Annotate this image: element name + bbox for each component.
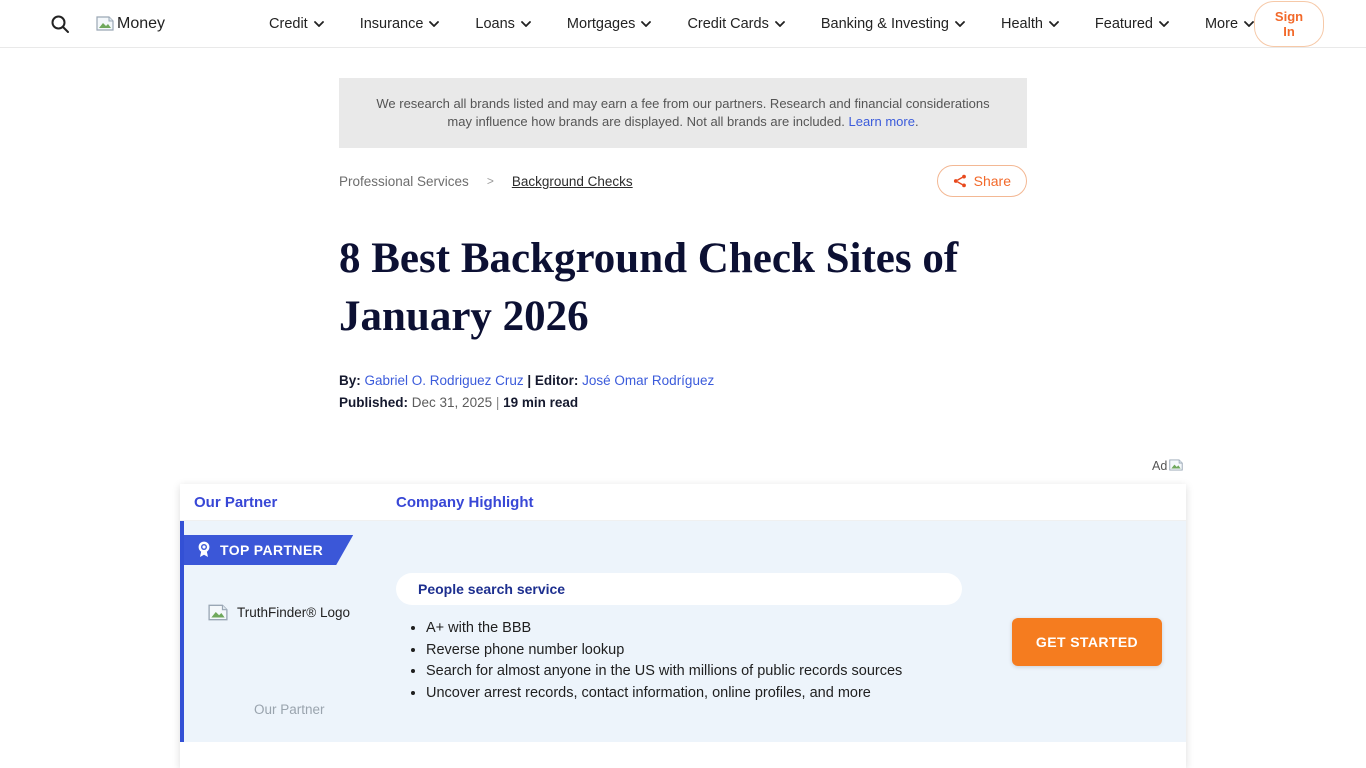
card-header-row: Our Partner Company Highlight <box>180 484 1186 521</box>
chevron-down-icon <box>429 21 439 27</box>
nav-item-label: More <box>1205 16 1238 32</box>
nav-item-label: Loans <box>475 16 515 32</box>
ad-label: Ad <box>1152 459 1183 473</box>
chevron-down-icon <box>775 21 785 27</box>
editor-label: | Editor: <box>527 373 578 388</box>
our-partner-caption: Our Partner <box>254 702 325 717</box>
partner-comparison-card: Our Partner Company Highlight TOP PARTNE… <box>180 484 1186 768</box>
by-label: By: <box>339 373 361 388</box>
chevron-down-icon <box>1159 21 1169 27</box>
highlight-bullet: A+ with the BBB <box>426 621 966 636</box>
editor-link[interactable]: José Omar Rodríguez <box>582 373 714 388</box>
nav-item-label: Featured <box>1095 16 1153 32</box>
get-started-button[interactable]: GET STARTED <box>1012 618 1162 666</box>
chevron-down-icon <box>1244 21 1254 27</box>
chevron-down-icon <box>955 21 965 27</box>
next-partner-row-partial <box>180 742 1186 768</box>
nav-item-label: Banking & Investing <box>821 16 949 32</box>
broken-image-icon <box>208 604 228 621</box>
byline: By: Gabriel O. Rodriguez Cruz | Editor: … <box>339 373 714 388</box>
highlight-bullet: Uncover arrest records, contact informat… <box>426 686 966 701</box>
share-button[interactable]: Share <box>937 165 1027 197</box>
logo-text: Money <box>117 15 165 33</box>
partner-logo[interactable]: TruthFinder® Logo <box>208 604 350 621</box>
nav-item-mortgages[interactable]: Mortgages <box>567 16 652 32</box>
sign-in-button[interactable]: Sign In <box>1254 1 1324 47</box>
published-date: Dec 31, 2025 <box>412 395 492 410</box>
breadcrumb-current[interactable]: Background Checks <box>512 174 633 189</box>
nav-item-banking-investing[interactable]: Banking & Investing <box>821 16 965 32</box>
disclosure-suffix: . <box>915 114 919 129</box>
top-partner-label: TOP PARTNER <box>220 542 323 558</box>
broken-image-icon <box>1169 459 1183 471</box>
nav-item-insurance[interactable]: Insurance <box>360 16 440 32</box>
published-label: Published: <box>339 395 408 410</box>
primary-nav: Credit Insurance Loans Mortgages Credit … <box>269 16 1254 32</box>
service-category-tag: People search service <box>396 573 962 605</box>
company-highlight-cell: People search service A+ with the BBB Re… <box>396 573 966 707</box>
publish-line: Published: Dec 31, 2025 | 19 min read <box>339 395 578 410</box>
advertiser-disclosure: We research all brands listed and may ea… <box>339 78 1027 148</box>
breadcrumb-row: Professional Services > Background Check… <box>339 163 1027 199</box>
nav-item-label: Credit <box>269 16 308 32</box>
nav-item-label: Health <box>1001 16 1043 32</box>
top-partner-badge: TOP PARTNER <box>184 535 353 565</box>
chevron-down-icon <box>1049 21 1059 27</box>
award-ribbon-icon <box>197 541 211 559</box>
chevron-down-icon <box>641 21 651 27</box>
read-separator: | <box>496 395 500 410</box>
nav-item-loans[interactable]: Loans <box>475 16 531 32</box>
learn-more-link[interactable]: Learn more <box>848 114 914 129</box>
money-logo[interactable]: Money <box>96 15 165 33</box>
top-partner-row: TOP PARTNER TruthFinder® Logo Our Partne… <box>180 521 1186 742</box>
company-highlight-column-header: Company Highlight <box>382 494 534 511</box>
nav-item-label: Mortgages <box>567 16 636 32</box>
nav-item-health[interactable]: Health <box>1001 16 1059 32</box>
search-icon[interactable] <box>50 13 70 35</box>
top-navigation: Money Credit Insurance Loans Mortgages C… <box>0 0 1366 48</box>
chevron-down-icon <box>314 21 324 27</box>
author-link[interactable]: Gabriel O. Rodriguez Cruz <box>365 373 524 388</box>
highlight-bullet: Search for almost anyone in the US with … <box>426 664 966 679</box>
breadcrumb: Professional Services > Background Check… <box>339 174 633 189</box>
our-partner-column-header: Our Partner <box>180 494 382 511</box>
highlight-bullet: Reverse phone number lookup <box>426 643 966 658</box>
nav-item-more[interactable]: More <box>1205 16 1254 32</box>
highlight-bullet-list: A+ with the BBB Reverse phone number loo… <box>426 621 966 700</box>
ad-text: Ad <box>1152 459 1167 473</box>
chevron-down-icon <box>521 21 531 27</box>
nav-item-label: Credit Cards <box>687 16 768 32</box>
nav-item-credit[interactable]: Credit <box>269 16 324 32</box>
breadcrumb-separator: > <box>487 174 494 188</box>
read-time: 19 min read <box>503 395 578 410</box>
page-title: 8 Best Background Check Sites of January… <box>339 230 1039 346</box>
nav-item-featured[interactable]: Featured <box>1095 16 1169 32</box>
share-label: Share <box>974 173 1011 189</box>
broken-image-icon <box>96 16 114 31</box>
partner-logo-alt-text: TruthFinder® Logo <box>237 605 350 620</box>
breadcrumb-section[interactable]: Professional Services <box>339 174 469 189</box>
nav-item-label: Insurance <box>360 16 424 32</box>
nav-item-credit-cards[interactable]: Credit Cards <box>687 16 784 32</box>
share-icon <box>953 174 967 188</box>
